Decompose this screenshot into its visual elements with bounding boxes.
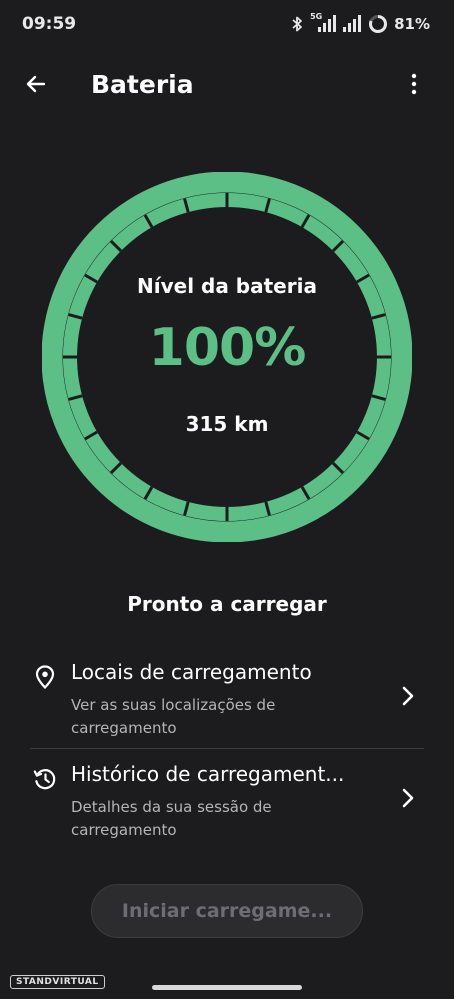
start-charging-button[interactable]: Iniciar carregame... bbox=[91, 884, 363, 938]
history-icon bbox=[32, 766, 58, 792]
status-icons: 5G 81% bbox=[290, 12, 430, 35]
home-indicator[interactable] bbox=[152, 985, 302, 990]
battery-gauge: Nível da bateria 100% 315 km bbox=[42, 172, 412, 542]
chevron-right-icon bbox=[396, 684, 420, 708]
page-title: Bateria bbox=[91, 70, 194, 99]
list-item-subtitle: Ver as suas localizações de carregamento bbox=[71, 696, 276, 737]
battery-screen: 09:59 5G 81% Bateria Nível da bateria 10… bbox=[0, 0, 454, 999]
battery-percent: 81% bbox=[394, 15, 430, 33]
battery-ring-icon bbox=[368, 14, 388, 34]
gauge-title: Nível da bateria bbox=[137, 274, 317, 298]
list-item-subtitle: Detalhes da sua sessão de carregamento bbox=[71, 798, 272, 839]
signal-5g-icon: 5G bbox=[310, 12, 337, 33]
back-button[interactable] bbox=[18, 68, 54, 104]
charging-status-text: Pronto a carregar bbox=[127, 592, 327, 616]
list-item-charging-history[interactable]: Histórico de carregament... Detalhes da … bbox=[0, 762, 454, 850]
bluetooth-icon bbox=[290, 15, 304, 33]
battery-range: 315 km bbox=[185, 412, 269, 436]
list-item-charging-locations[interactable]: Locais de carregamento Ver as suas local… bbox=[0, 660, 454, 748]
app-header: Bateria bbox=[0, 60, 454, 112]
location-pin-icon bbox=[32, 664, 58, 690]
list-item-title: Histórico de carregament... bbox=[71, 762, 345, 786]
watermark-logo: STANDVIRTUAL bbox=[10, 975, 105, 989]
chevron-right-icon bbox=[396, 786, 420, 810]
arrow-left-icon bbox=[24, 72, 48, 100]
list-item-title: Locais de carregamento bbox=[71, 660, 312, 684]
more-vertical-icon bbox=[410, 73, 418, 99]
status-bar: 09:59 5G 81% bbox=[0, 0, 454, 48]
signal-icon bbox=[342, 15, 362, 33]
more-options-button[interactable] bbox=[396, 68, 432, 104]
battery-level-percent: 100% bbox=[148, 318, 307, 378]
network-label: 5G bbox=[310, 12, 323, 21]
list-divider bbox=[30, 748, 424, 749]
status-time: 09:59 bbox=[22, 14, 77, 34]
